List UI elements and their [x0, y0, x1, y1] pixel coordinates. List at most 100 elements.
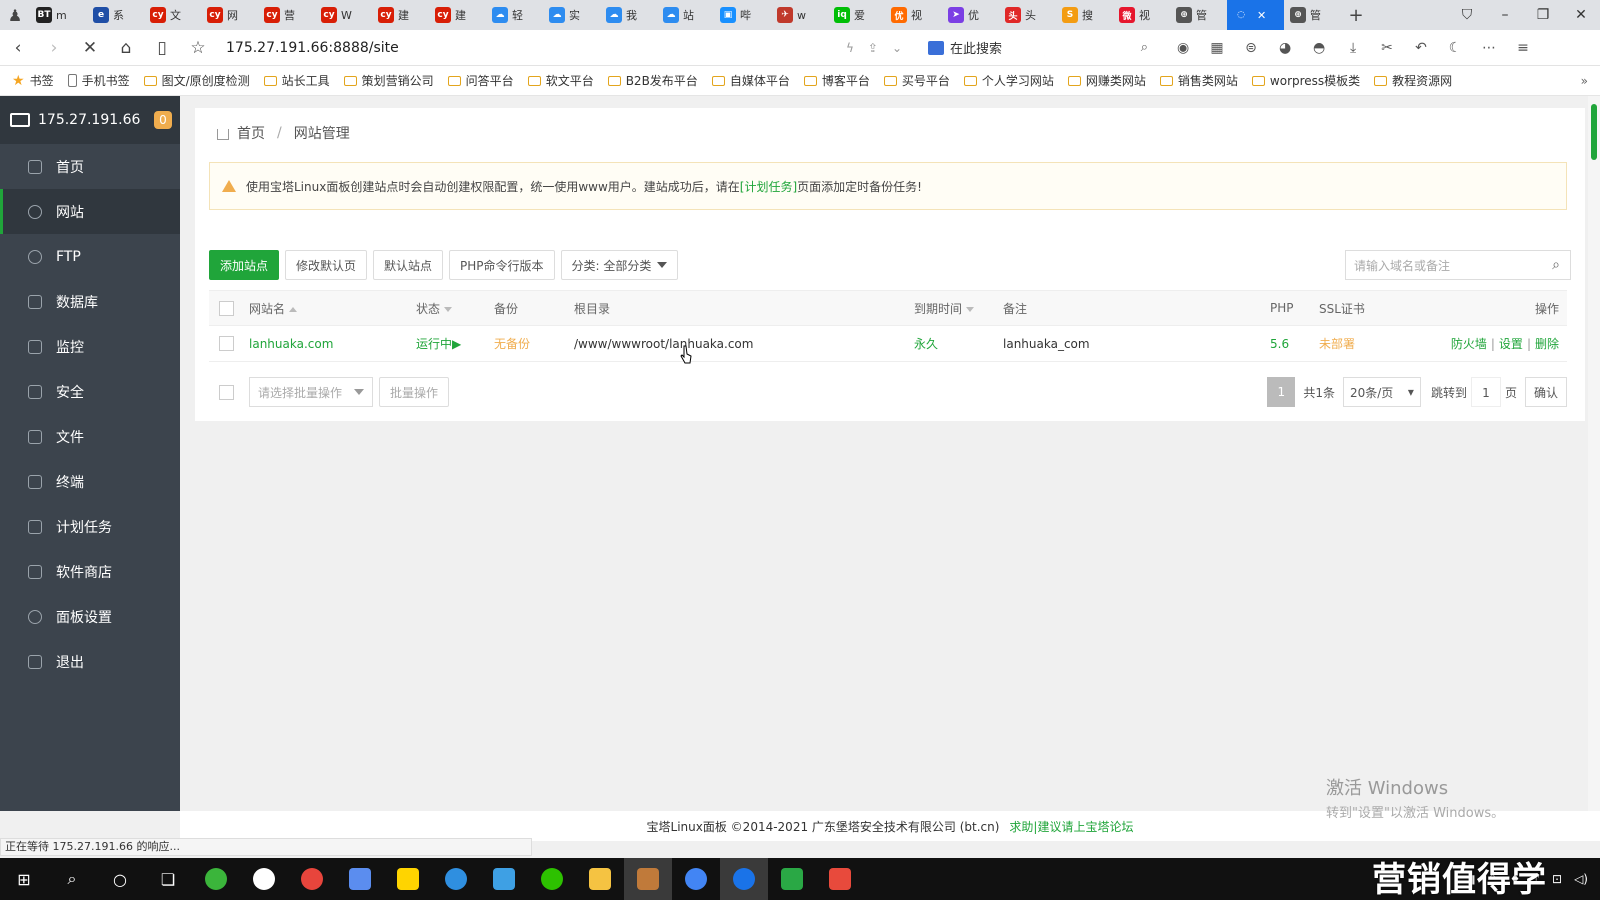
search-icon[interactable]: ⌕: [1141, 40, 1148, 55]
bookmarks-more-icon[interactable]: »: [1581, 74, 1588, 88]
site-root-link[interactable]: /www/wwwroot/lanhuaka.com: [574, 337, 914, 351]
page-current[interactable]: 1: [1267, 377, 1296, 407]
browser-tab[interactable]: ☁ 轻: [486, 0, 543, 30]
search-icon[interactable]: ⌕: [1542, 257, 1570, 273]
site-name-link[interactable]: lanhuaka.com: [249, 337, 416, 351]
jump-page-input[interactable]: 1: [1470, 377, 1501, 407]
select-all-checkbox[interactable]: [219, 300, 234, 316]
browser-logo-icon[interactable]: ♟: [0, 0, 30, 30]
browser-tab[interactable]: cy 建: [429, 0, 486, 30]
browser-tab[interactable]: BT m: [30, 0, 87, 30]
sidebar-item[interactable]: 退出: [0, 639, 180, 684]
col-status[interactable]: 状态: [416, 300, 494, 317]
url-dropdown-icon[interactable]: ⌄: [892, 41, 902, 55]
browser-tab[interactable]: ➤ 优: [942, 0, 999, 30]
qr-code-icon[interactable]: ▦: [1206, 37, 1228, 59]
batch-operation-select[interactable]: 请选择批量操作: [249, 377, 373, 407]
browser-tab[interactable]: 优视: [885, 0, 942, 30]
default-site-button[interactable]: 默认站点: [373, 250, 444, 280]
bookmark-item[interactable]: ★ 书签: [12, 72, 54, 89]
sticky-notes-icon[interactable]: [384, 858, 432, 900]
app-360-icon[interactable]: [192, 858, 240, 900]
camtasia-icon[interactable]: [768, 858, 816, 900]
site-php-link[interactable]: 5.6: [1270, 337, 1319, 351]
edit-default-page-button[interactable]: 修改默认页: [285, 250, 368, 280]
close-tab-icon[interactable]: ✕: [1257, 9, 1266, 22]
sidebar-item[interactable]: 首页: [0, 144, 180, 189]
browser-tab[interactable]: ✈ w: [771, 0, 828, 30]
batch-select-all-checkbox[interactable]: [219, 384, 234, 400]
volume-icon[interactable]: ◁): [1574, 872, 1588, 886]
search-engine-icon[interactable]: [928, 40, 945, 55]
app-red-icon[interactable]: [816, 858, 864, 900]
notification-badge[interactable]: 0: [154, 111, 172, 129]
browser-search-input[interactable]: 在此搜索: [950, 38, 1002, 57]
forum-link[interactable]: 求助|建议请上宝塔论坛: [1009, 818, 1133, 835]
back-icon[interactable]: ‹: [0, 38, 36, 58]
new-tab-button[interactable]: +: [1341, 5, 1371, 26]
extension-icon[interactable]: ◉: [1172, 37, 1194, 59]
browser-tab[interactable]: 微视: [1113, 0, 1170, 30]
site-ssl-link[interactable]: 未部署: [1319, 335, 1429, 352]
app-bird-icon[interactable]: [432, 858, 480, 900]
row-checkbox[interactable]: [219, 336, 234, 351]
browser-tab[interactable]: 头头: [999, 0, 1056, 30]
browser-tab[interactable]: cy 营: [258, 0, 315, 30]
bookmark-star-icon[interactable]: ☆: [180, 38, 216, 58]
browser-tab[interactable]: ☁ 我: [600, 0, 657, 30]
bookmark-item[interactable]: worpress模板类: [1251, 72, 1360, 89]
settings-link[interactable]: 设置: [1499, 337, 1523, 351]
browser-tab[interactable]: iq 爱: [828, 0, 885, 30]
undo-icon[interactable]: ↶: [1410, 37, 1432, 59]
browser-tab[interactable]: ☁ 实: [543, 0, 600, 30]
stop-loading-icon[interactable]: ✕: [72, 38, 108, 58]
site-note[interactable]: lanhuaka_com: [1003, 337, 1270, 351]
search-extension-icon[interactable]: ⊜: [1240, 37, 1262, 59]
browser-tab[interactable]: S搜: [1056, 0, 1113, 30]
menu-icon[interactable]: ≡: [1512, 37, 1534, 59]
weibo-icon[interactable]: ◕: [1274, 37, 1296, 59]
close-window-button[interactable]: ✕: [1562, 7, 1600, 23]
bookmark-item[interactable]: 买号平台: [883, 72, 950, 89]
bookmark-item[interactable]: B2B发布平台: [607, 72, 698, 89]
download-icon[interactable]: ⤓: [1342, 37, 1364, 59]
browser-tab[interactable]: cy W: [315, 0, 372, 30]
vertical-scrollbar[interactable]: [1588, 96, 1600, 811]
sidebar-item[interactable]: 网站: [0, 189, 180, 234]
server-header[interactable]: 175.27.191.66 0: [0, 96, 180, 144]
bookmark-item[interactable]: 教程资源网: [1374, 72, 1452, 89]
site-backup-link[interactable]: 无备份: [494, 335, 574, 352]
browser-tab[interactable]: cy 文: [144, 0, 201, 30]
sidebar-item[interactable]: 文件: [0, 414, 180, 459]
cron-task-link[interactable]: [计划任务]: [740, 180, 797, 194]
browser-taskbar-icon[interactable]: [720, 858, 768, 900]
start-icon[interactable]: ⊞: [0, 858, 48, 900]
sidebar-item[interactable]: FTP: [0, 234, 180, 279]
forward-icon[interactable]: ›: [36, 38, 72, 58]
bookmark-item[interactable]: 自媒体平台: [711, 72, 790, 89]
per-page-select[interactable]: 20条/页 ▾: [1342, 377, 1421, 407]
firewall-link[interactable]: 防火墙: [1451, 337, 1487, 351]
restore-button[interactable]: ❐: [1524, 7, 1562, 23]
sidebar-item[interactable]: 安全: [0, 369, 180, 414]
site-search-input[interactable]: 请输入域名或备注 ⌕: [1345, 250, 1571, 280]
cut-icon[interactable]: ✂: [1376, 37, 1398, 59]
night-mode-icon[interactable]: ☾: [1444, 37, 1466, 59]
app-photo-icon[interactable]: [624, 858, 672, 900]
home-icon[interactable]: ⌂: [108, 38, 144, 58]
chrome-icon[interactable]: [288, 858, 336, 900]
network-icon[interactable]: ⊡: [1552, 872, 1562, 886]
app-xmind-icon[interactable]: [480, 858, 528, 900]
browser-tab[interactable]: cy 网: [201, 0, 258, 30]
bookmark-item[interactable]: 策划营销公司: [343, 72, 434, 89]
sidebar-item[interactable]: 数据库: [0, 279, 180, 324]
site-expire-link[interactable]: 永久: [914, 335, 1003, 352]
browser-tab[interactable]: e系: [87, 0, 144, 30]
task-view-icon[interactable]: ❏: [144, 858, 192, 900]
col-expire[interactable]: 到期时间: [914, 300, 1003, 317]
flash-icon[interactable]: ϟ: [846, 41, 854, 55]
col-name[interactable]: 网站名: [249, 300, 416, 317]
sidebar-item[interactable]: 终端: [0, 459, 180, 504]
jump-confirm-button[interactable]: 确认: [1524, 377, 1567, 407]
skin-icon[interactable]: ⛉: [1448, 7, 1486, 23]
